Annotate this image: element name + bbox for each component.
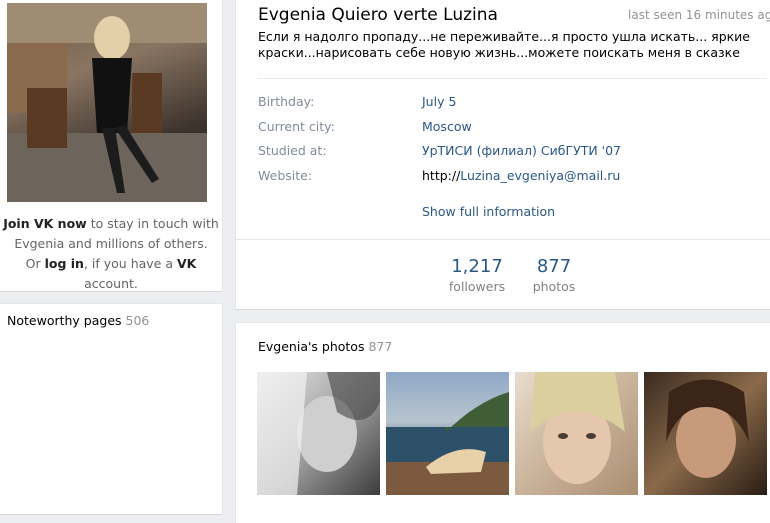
photo-image-icon	[386, 392, 509, 495]
divider	[258, 78, 766, 79]
photo-thumbnail[interactable]	[644, 372, 767, 495]
profile-avatar[interactable]	[7, 3, 207, 202]
vk-brand: VK	[176, 256, 197, 271]
website-prefix: http://	[422, 168, 461, 183]
followers-label: followers	[448, 279, 506, 294]
join-line1: to stay in touch with	[86, 216, 219, 231]
photo-image-icon	[257, 372, 380, 495]
photo-thumbnail[interactable]	[386, 372, 509, 495]
website-value: http://Luzina_evgeniya@mail.ru	[422, 168, 620, 183]
profile-name: Evgenia Quiero verte Luzina	[258, 5, 498, 25]
city-value[interactable]: Moscow	[422, 119, 472, 134]
join-line3-pre: Or	[25, 256, 45, 271]
photo-image-icon	[530, 372, 625, 484]
login-link[interactable]: log in	[45, 256, 84, 271]
join-prompt: Join VK now to stay in touch with Evgeni…	[0, 214, 222, 294]
noteworthy-pages-header[interactable]: Noteworthy pages 506	[7, 313, 149, 328]
photos-title: Evgenia's photos	[258, 339, 365, 354]
join-line3-mid: , if you have a	[83, 256, 177, 271]
birthday-value[interactable]: July 5	[422, 94, 456, 109]
studied-label: Studied at:	[258, 143, 327, 158]
photo-thumbnail[interactable]	[515, 372, 638, 495]
photo-thumbnail[interactable]	[257, 372, 380, 495]
avatar-photo-icon	[7, 3, 207, 202]
photos-header[interactable]: Evgenia's photos 877	[258, 339, 392, 354]
photo-image-icon	[666, 379, 749, 478]
photos-header-count: 877	[368, 339, 393, 354]
join-line3-end: account.	[84, 276, 138, 291]
status-line-1: Если я надолго пропаду...не переживайте.…	[258, 29, 750, 44]
studied-value[interactable]: УрТИСИ (филиал) СибГУТИ '07	[422, 143, 621, 158]
photos-counter[interactable]: 877 photos	[524, 256, 584, 296]
photos-count: 877	[536, 256, 572, 277]
noteworthy-pages-count: 506	[125, 313, 150, 328]
photos-label: photos	[532, 279, 576, 294]
divider	[236, 239, 770, 240]
last-seen-status: last seen 16 minutes ago	[628, 8, 770, 22]
join-link[interactable]: Join VK now	[3, 216, 87, 231]
show-full-info-link[interactable]: Show full information	[422, 204, 555, 219]
profile-status: Если я надолго пропаду...не переживайте.…	[258, 29, 758, 61]
followers-counter[interactable]: 1,217 followers	[444, 256, 510, 296]
status-line-2: краски...нарисовать себе новую жизнь...м…	[258, 45, 740, 60]
noteworthy-pages-card	[0, 304, 222, 514]
followers-count: 1,217	[451, 256, 503, 277]
join-line2: Evgenia and millions of others.	[14, 236, 208, 251]
website-link[interactable]: Luzina_evgeniya@mail.ru	[460, 168, 620, 183]
city-label: Current city:	[258, 119, 335, 134]
birthday-label: Birthday:	[258, 94, 315, 109]
website-label: Website:	[258, 168, 313, 183]
noteworthy-pages-title: Noteworthy pages	[7, 313, 122, 328]
